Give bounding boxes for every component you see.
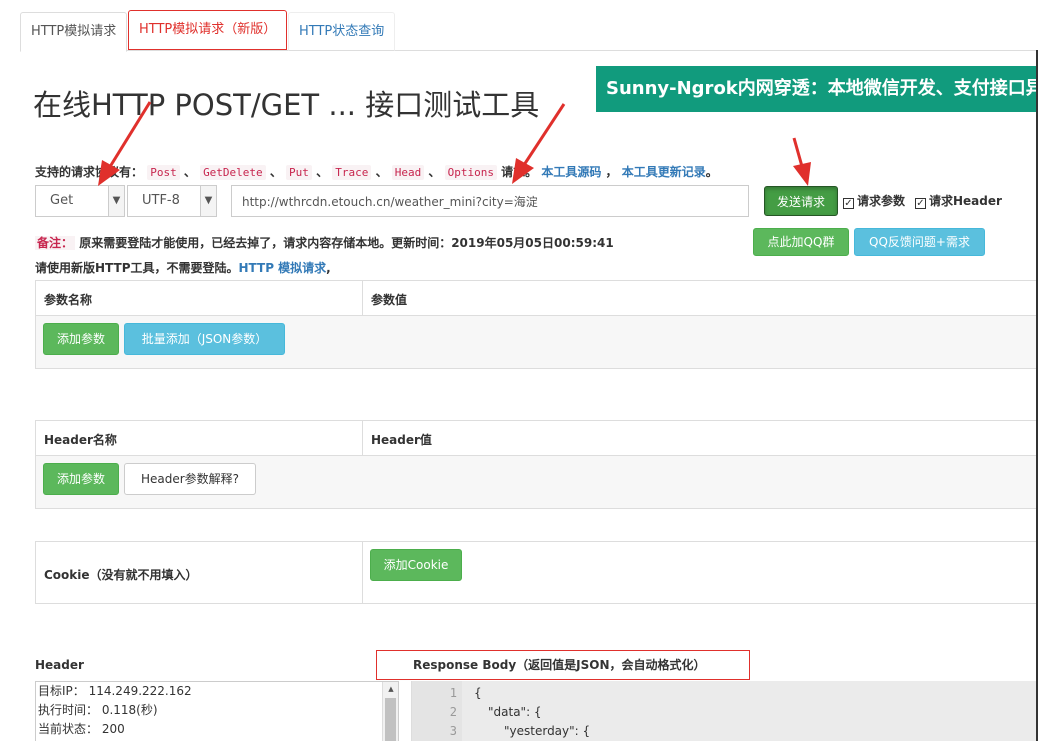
chevron-down-icon: ▼ xyxy=(200,186,216,216)
add-cookie-button[interactable]: 添加Cookie xyxy=(370,549,462,581)
checkbox-checked-icon: ✓ xyxy=(915,198,926,209)
request-params-checkbox[interactable]: ✓ 请求参数 xyxy=(843,192,905,209)
chevron-down-icon: ▼ xyxy=(108,186,124,216)
response-body-editor[interactable]: 1 { 2 "data": { 3 "yesterday": { xyxy=(411,681,1038,741)
scrollbar[interactable]: ▲ xyxy=(382,682,398,741)
scroll-up-icon[interactable]: ▲ xyxy=(383,682,398,696)
supported-methods: 支持的请求协议有： Post 、 GetDelete 、 Put 、 Trace… xyxy=(35,165,718,180)
method-options: Options xyxy=(444,165,497,180)
response-header-box[interactable]: 目标IP： 114.249.222.162 执行时间： 0.118(秒) 当前状… xyxy=(35,681,399,741)
target-ip-line: 目标IP： 114.249.222.162 xyxy=(38,684,192,698)
params-table-header: 参数名称 参数值 xyxy=(36,281,1038,316)
note-line: 备注： 原来需要登陆才能使用，已经去掉了，请求内容存储本地。更新时间：2019年… xyxy=(35,234,614,251)
new-http-tool-link[interactable]: HTTP 模拟请求 xyxy=(239,261,327,275)
method-post: Post xyxy=(147,165,180,180)
methods-prefix: 支持的请求协议有： xyxy=(35,165,144,179)
cookie-row: Cookie（没有就不用填入） xyxy=(35,541,1038,604)
note-label: 备注： xyxy=(35,236,76,250)
line-number: 2 xyxy=(449,705,457,719)
send-request-button[interactable]: 发送请求 xyxy=(764,186,838,216)
join-qq-group-button[interactable]: 点此加QQ群 xyxy=(753,228,849,256)
note-new-version-suffix: , xyxy=(326,261,331,275)
note-text: 原来需要登陆才能使用，已经去掉了，请求内容存储本地。更新时间：2019年05月0… xyxy=(79,236,614,250)
line-number: 1 xyxy=(449,686,457,700)
methods-suffix: 请求。 xyxy=(501,165,538,179)
column-divider xyxy=(362,281,363,316)
method-put: Put xyxy=(286,165,312,180)
code-text: "data": { xyxy=(488,705,542,719)
encoding-select-value: UTF-8 xyxy=(142,193,180,208)
code-text: { xyxy=(474,686,482,700)
line-number: 3 xyxy=(449,724,457,738)
scrollbar-thumb[interactable] xyxy=(385,698,396,741)
code-text: "yesterday": { xyxy=(504,724,591,738)
qq-feedback-button[interactable]: QQ反馈问题+需求 xyxy=(854,228,985,256)
method-getdelete: GetDelete xyxy=(200,165,266,180)
params-col-value: 参数值 xyxy=(371,293,408,307)
page-title: 在线HTTP POST/GET ... 接口测试工具 xyxy=(33,88,540,122)
request-header-label: 请求Header xyxy=(929,194,1002,208)
header-explain-button[interactable]: Header参数解释? xyxy=(124,463,256,495)
code-line: 2 "data": { xyxy=(412,703,542,722)
note-new-version-text: 请使用新版HTTP工具，不需要登陆。 xyxy=(35,261,239,275)
method-head: Head xyxy=(391,165,425,180)
method-trace: Trace xyxy=(332,165,372,180)
tab-http-request[interactable]: HTTP模拟请求 xyxy=(20,12,128,52)
tab-bar: HTTP模拟请求 HTTP模拟请求（新版） HTTP状态查询 xyxy=(20,10,1038,52)
header-col-value: Header值 xyxy=(371,433,432,447)
method-select[interactable]: Get ▼ xyxy=(35,185,125,217)
ad-banner[interactable]: Sunny-Ngrok内网穿透：本地微信开发、支付接口异 xyxy=(596,66,1038,112)
changelog-link[interactable]: 本工具更新记录 xyxy=(622,165,706,179)
add-param-button[interactable]: 添加参数 xyxy=(43,323,119,355)
cookie-label: Cookie（没有就不用填入） xyxy=(44,568,198,582)
status-line: 当前状态： 200 xyxy=(38,722,125,736)
response-body-label: Response Body（返回值是JSON，会自动格式化） xyxy=(376,650,750,680)
request-params-label: 请求参数 xyxy=(857,194,906,208)
column-divider xyxy=(362,542,363,603)
header-col-name: Header名称 xyxy=(44,433,117,447)
column-divider xyxy=(362,421,363,456)
checkbox-checked-icon: ✓ xyxy=(843,198,854,209)
encoding-select[interactable]: UTF-8 ▼ xyxy=(127,185,217,217)
source-link[interactable]: 本工具源码 xyxy=(541,165,601,179)
bulk-add-json-button[interactable]: 批量添加（JSON参数） xyxy=(124,323,285,355)
params-col-name: 参数名称 xyxy=(44,293,93,307)
url-input[interactable] xyxy=(231,185,749,217)
exec-time-line: 执行时间： 0.118(秒) xyxy=(38,703,158,717)
request-header-checkbox[interactable]: ✓ 请求Header xyxy=(915,192,1002,209)
tab-http-request-new[interactable]: HTTP模拟请求（新版） xyxy=(128,10,288,50)
add-header-button[interactable]: 添加参数 xyxy=(43,463,119,495)
code-line: 1 { xyxy=(412,684,482,703)
response-header-label: Header xyxy=(35,658,84,672)
code-line: 3 "yesterday": { xyxy=(412,722,590,741)
header-table-header: Header名称 Header值 xyxy=(36,421,1038,456)
method-select-value: Get xyxy=(50,193,74,208)
note-new-version: 请使用新版HTTP工具，不需要登陆。HTTP 模拟请求, xyxy=(35,259,331,276)
tab-http-status[interactable]: HTTP状态查询 xyxy=(288,12,396,51)
